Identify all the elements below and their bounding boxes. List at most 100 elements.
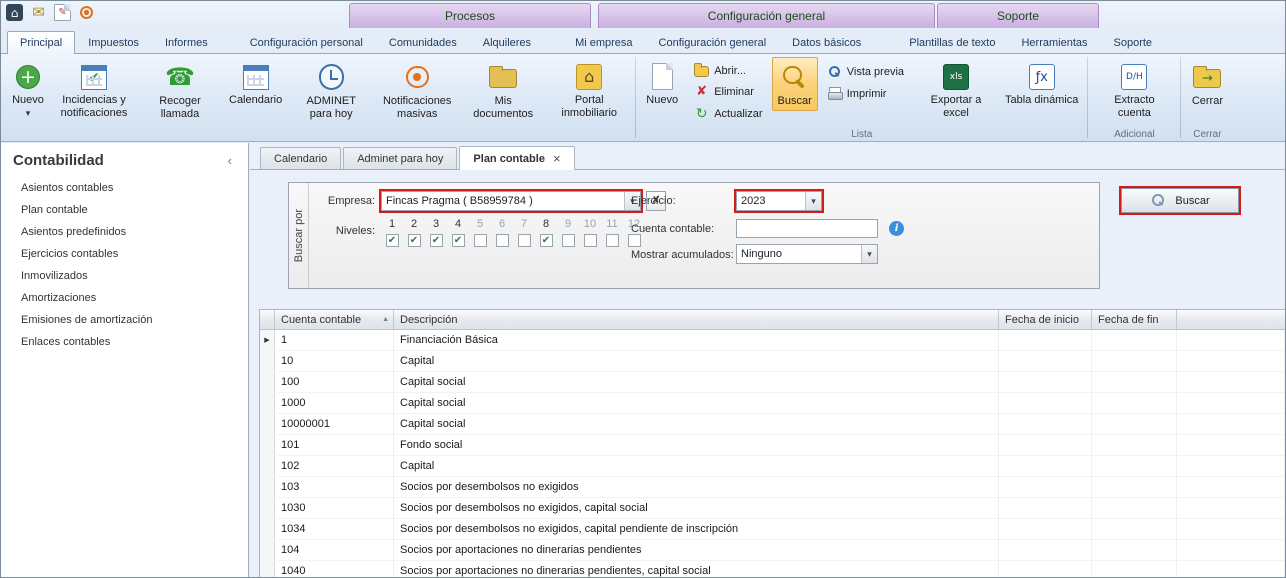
level-checkbox[interactable]: [452, 234, 465, 247]
ribbon-small-button[interactable]: Imprimir: [821, 84, 910, 103]
buscar-button[interactable]: Buscar: [1121, 188, 1239, 213]
buscar-ribbon-button[interactable]: Buscar: [772, 57, 818, 111]
cell-cuenta-contable: 1000: [275, 393, 394, 413]
ribbon-small-button[interactable]: Abrir...: [688, 62, 768, 79]
ribbon-tab[interactable]: Mi empresa: [562, 31, 645, 54]
mostrar-acumulados-dropdown-icon[interactable]: [861, 245, 877, 263]
ribbon-button-label: Recoger llamada: [143, 95, 217, 120]
level-checkbox[interactable]: [562, 234, 575, 247]
app-home-icon[interactable]: ⌂: [6, 4, 23, 21]
level-checkbox[interactable]: [584, 234, 597, 247]
level-checkbox[interactable]: [496, 234, 509, 247]
row-selector-cell: [260, 456, 275, 476]
sidebar-item[interactable]: Emisiones de amortización: [1, 309, 248, 331]
current-row-arrow-icon: [264, 330, 269, 350]
ribbon-tab[interactable]: Principal: [7, 31, 75, 54]
table-row[interactable]: 100 Capital social: [260, 372, 1285, 393]
table-row[interactable]: 1 Financiación Básica: [260, 330, 1285, 351]
ejercicio-combo[interactable]: 2023: [736, 191, 822, 211]
ribbon-tab[interactable]: Configuración personal: [237, 31, 376, 54]
column-header-fecha-inicio[interactable]: Fecha de inicio: [999, 310, 1092, 329]
info-hint[interactable]: i: [889, 221, 904, 236]
quick-access-toolbar: ⌂ ✉ ✎: [6, 4, 95, 21]
sidebar-header: Contabilidad: [1, 143, 248, 177]
ribbon-tab[interactable]: Comunidades: [376, 31, 470, 54]
table-row[interactable]: 1034 Socios por desembolsos no exigidos,…: [260, 519, 1285, 540]
ribbon-button[interactable]: Calendario: [223, 57, 288, 110]
column-header-cuenta-contable[interactable]: Cuenta contable: [275, 310, 394, 329]
ribbon-button[interactable]: ✔ Incidencias y notificaciones: [51, 57, 137, 122]
table-row[interactable]: 10000001 Capital social: [260, 414, 1285, 435]
ribbon-tab[interactable]: Configuración general: [646, 31, 780, 54]
table-row[interactable]: 103 Socios por desembolsos no exigidos: [260, 477, 1285, 498]
sidebar-item[interactable]: Enlaces contables: [1, 331, 248, 353]
table-row[interactable]: 104 Socios por aportaciones no dineraria…: [260, 540, 1285, 561]
nuevo-list-button[interactable]: Nuevo: [639, 57, 685, 110]
collapse-sidebar-button[interactable]: [224, 153, 236, 168]
level-checkbox[interactable]: [408, 234, 421, 247]
table-row[interactable]: 102 Capital: [260, 456, 1285, 477]
table-row[interactable]: 1040 Socios por aportaciones no dinerari…: [260, 561, 1285, 577]
ribbon-button[interactable]: ☎ Recoger llamada: [137, 57, 223, 123]
ribbon-tab[interactable]: Impuestos: [75, 31, 152, 54]
cell-fecha-inicio: [999, 351, 1092, 371]
level-checkbox[interactable]: [540, 234, 553, 247]
cell-fecha-fin: [1092, 561, 1177, 577]
sidebar-item[interactable]: Amortizaciones: [1, 287, 248, 309]
table-row[interactable]: 1030 Socios por desembolsos no exigidos,…: [260, 498, 1285, 519]
ribbon-small-button[interactable]: Vista previa: [821, 62, 910, 81]
sidebar-item[interactable]: Ejercicios contables: [1, 243, 248, 265]
notes-icon[interactable]: ✎: [54, 4, 71, 21]
cerrar-button[interactable]: → Cerrar: [1184, 57, 1230, 111]
ribbon-tab[interactable]: Soporte: [1101, 31, 1166, 54]
ribbon-small-button[interactable]: ↻ Actualizar: [688, 104, 768, 123]
ribbon-tab[interactable]: Datos básicos: [779, 31, 874, 54]
cell-cuenta-contable: 103: [275, 477, 394, 497]
cell-fecha-inicio: [999, 435, 1092, 455]
nuevo-doc-icon: [652, 63, 673, 90]
row-selector-cell: [260, 540, 275, 560]
table-row[interactable]: 1000 Capital social: [260, 393, 1285, 414]
level-checkbox[interactable]: [606, 234, 619, 247]
level-checkbox[interactable]: [430, 234, 443, 247]
ribbon-button[interactable]: ⌂ Portal inmobiliario: [546, 57, 632, 122]
level-checkbox[interactable]: [518, 234, 531, 247]
extracto-cuenta-icon: D/H: [1121, 64, 1147, 90]
level-checkbox[interactable]: [474, 234, 487, 247]
extracto-cuenta-button[interactable]: D/H Extracto cuenta: [1091, 57, 1177, 122]
ribbon-button[interactable]: ƒx Tabla dinámica: [999, 57, 1084, 122]
eliminar-icon: ✘: [694, 84, 709, 99]
close-tab-icon[interactable]: ×: [553, 152, 561, 165]
ribbon-button[interactable]: + Nuevo: [5, 57, 51, 122]
mail-icon[interactable]: ✉: [30, 4, 47, 21]
sidebar-item[interactable]: Asientos contables: [1, 177, 248, 199]
ribbon-small-button[interactable]: ✘ Eliminar: [688, 82, 768, 101]
level-checkbox[interactable]: [386, 234, 399, 247]
column-header-filler: [1177, 310, 1285, 329]
ribbon-tab[interactable]: Alquileres: [470, 31, 544, 54]
document-tab[interactable]: Plan contable ×: [459, 146, 574, 170]
sidebar-item[interactable]: Asientos predefinidos: [1, 221, 248, 243]
ribbon-tab[interactable]: Plantillas de texto: [896, 31, 1008, 54]
column-header-fecha-fin[interactable]: Fecha de fin: [1092, 310, 1177, 329]
ribbon-tab[interactable]: Herramientas: [1008, 31, 1100, 54]
document-tab[interactable]: Adminet para hoy: [343, 147, 457, 169]
ribbon-button[interactable]: Mis documentos: [460, 57, 546, 123]
mostrar-acumulados-combo[interactable]: Ninguno: [736, 244, 878, 264]
sidebar-item[interactable]: Inmovilizados: [1, 265, 248, 287]
table-row[interactable]: 101 Fondo social: [260, 435, 1285, 456]
table-row[interactable]: 10 Capital: [260, 351, 1285, 372]
ribbon-button[interactable]: Notificaciones masivas: [374, 57, 460, 123]
tabla-dinamica-icon: ƒx: [1029, 64, 1055, 90]
ribbon-button[interactable]: ADMINET para hoy: [288, 57, 374, 123]
application-window: ⌂✉✎ Procesos Configuración general Sopor…: [0, 0, 1286, 578]
column-header-descripcion[interactable]: Descripción: [394, 310, 999, 329]
ribbon-tab[interactable]: Informes: [152, 31, 221, 54]
sidebar-item[interactable]: Plan contable: [1, 199, 248, 221]
broadcast-icon[interactable]: [78, 4, 95, 21]
ribbon-button[interactable]: xls Exportar a excel: [913, 57, 999, 122]
ejercicio-dropdown-icon[interactable]: [805, 192, 821, 210]
cuenta-contable-input[interactable]: [736, 219, 878, 238]
empresa-combo[interactable]: Fincas Pragma ( B58959784 ): [381, 191, 641, 211]
document-tab[interactable]: Calendario: [260, 147, 341, 169]
